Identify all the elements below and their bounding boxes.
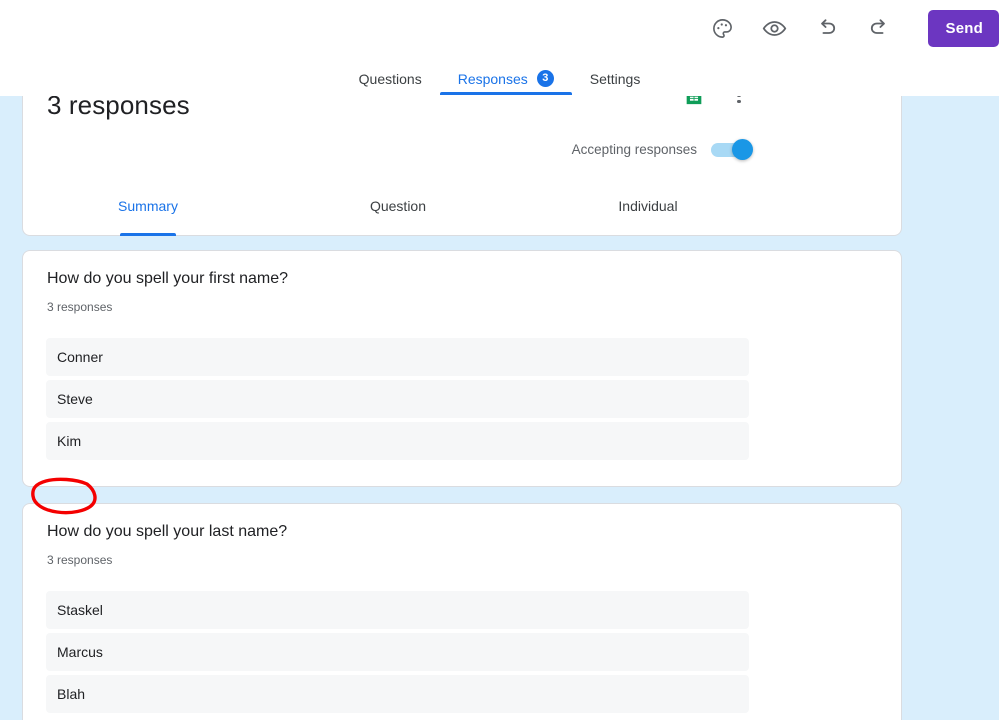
responses-view-subtabs: Summary Question Individual: [23, 190, 901, 236]
answer-row: Blah: [46, 675, 749, 713]
toolbar-actions: Send: [708, 6, 999, 50]
theme-palette-icon[interactable]: [708, 13, 738, 43]
answer-row: Conner: [46, 338, 749, 376]
subtab-question[interactable]: Question: [273, 190, 523, 236]
answer-list: Staskel Marcus Blah: [46, 591, 878, 717]
undo-icon[interactable]: [812, 13, 842, 43]
accepting-responses-control: Accepting responses: [571, 138, 753, 160]
question-response-count: 3 responses: [47, 553, 113, 567]
subtab-question-label: Question: [369, 198, 427, 214]
responses-summary-card: 3 responses Accepting responses Summary …: [22, 96, 902, 236]
accepting-responses-toggle[interactable]: [711, 138, 753, 160]
answer-row: Marcus: [46, 633, 749, 671]
redo-icon[interactable]: [864, 13, 894, 43]
tab-settings-label: Settings: [589, 70, 641, 87]
answer-row: Staskel: [46, 591, 749, 629]
more-options-icon[interactable]: [729, 96, 749, 106]
question-title: How do you spell your last name?: [47, 523, 288, 540]
tab-responses[interactable]: Responses 3: [439, 62, 572, 95]
accepting-responses-label: Accepting responses: [571, 142, 697, 157]
toggle-knob: [732, 138, 753, 160]
google-sheets-icon[interactable]: [683, 96, 705, 106]
send-button[interactable]: Send: [927, 9, 999, 47]
summary-card-actions: [683, 96, 749, 106]
form-tabs: Questions Responses 3 Settings: [0, 62, 999, 96]
tab-questions[interactable]: Questions: [341, 62, 440, 95]
answer-list: Conner Steve Kim: [46, 338, 878, 464]
top-toolbar: Send Questions Responses 3 Settings: [0, 0, 999, 96]
preview-eye-icon[interactable]: [760, 13, 790, 43]
tab-settings[interactable]: Settings: [572, 62, 659, 95]
google-forms-responses-page: Send Questions Responses 3 Settings 3 re…: [0, 0, 999, 720]
question-summary-card: How do you spell your first name? 3 resp…: [22, 250, 902, 487]
subtab-individual[interactable]: Individual: [523, 190, 773, 236]
answer-row: Steve: [46, 380, 749, 418]
question-title: How do you spell your first name?: [47, 270, 288, 287]
subtab-summary-label: Summary: [118, 198, 178, 214]
tab-responses-label: Responses: [457, 70, 528, 87]
answer-row: Kim: [46, 422, 749, 460]
question-response-count: 3 responses: [47, 300, 113, 314]
tab-questions-label: Questions: [358, 70, 422, 87]
question-summary-card: How do you spell your last name? 3 respo…: [22, 503, 902, 720]
responses-count-badge: 3: [536, 70, 554, 87]
responses-total-heading: 3 responses: [47, 96, 190, 120]
subtab-summary[interactable]: Summary: [23, 190, 273, 236]
subtab-individual-label: Individual: [618, 198, 678, 214]
responses-content-area[interactable]: 3 responses Accepting responses Summary …: [0, 96, 999, 720]
